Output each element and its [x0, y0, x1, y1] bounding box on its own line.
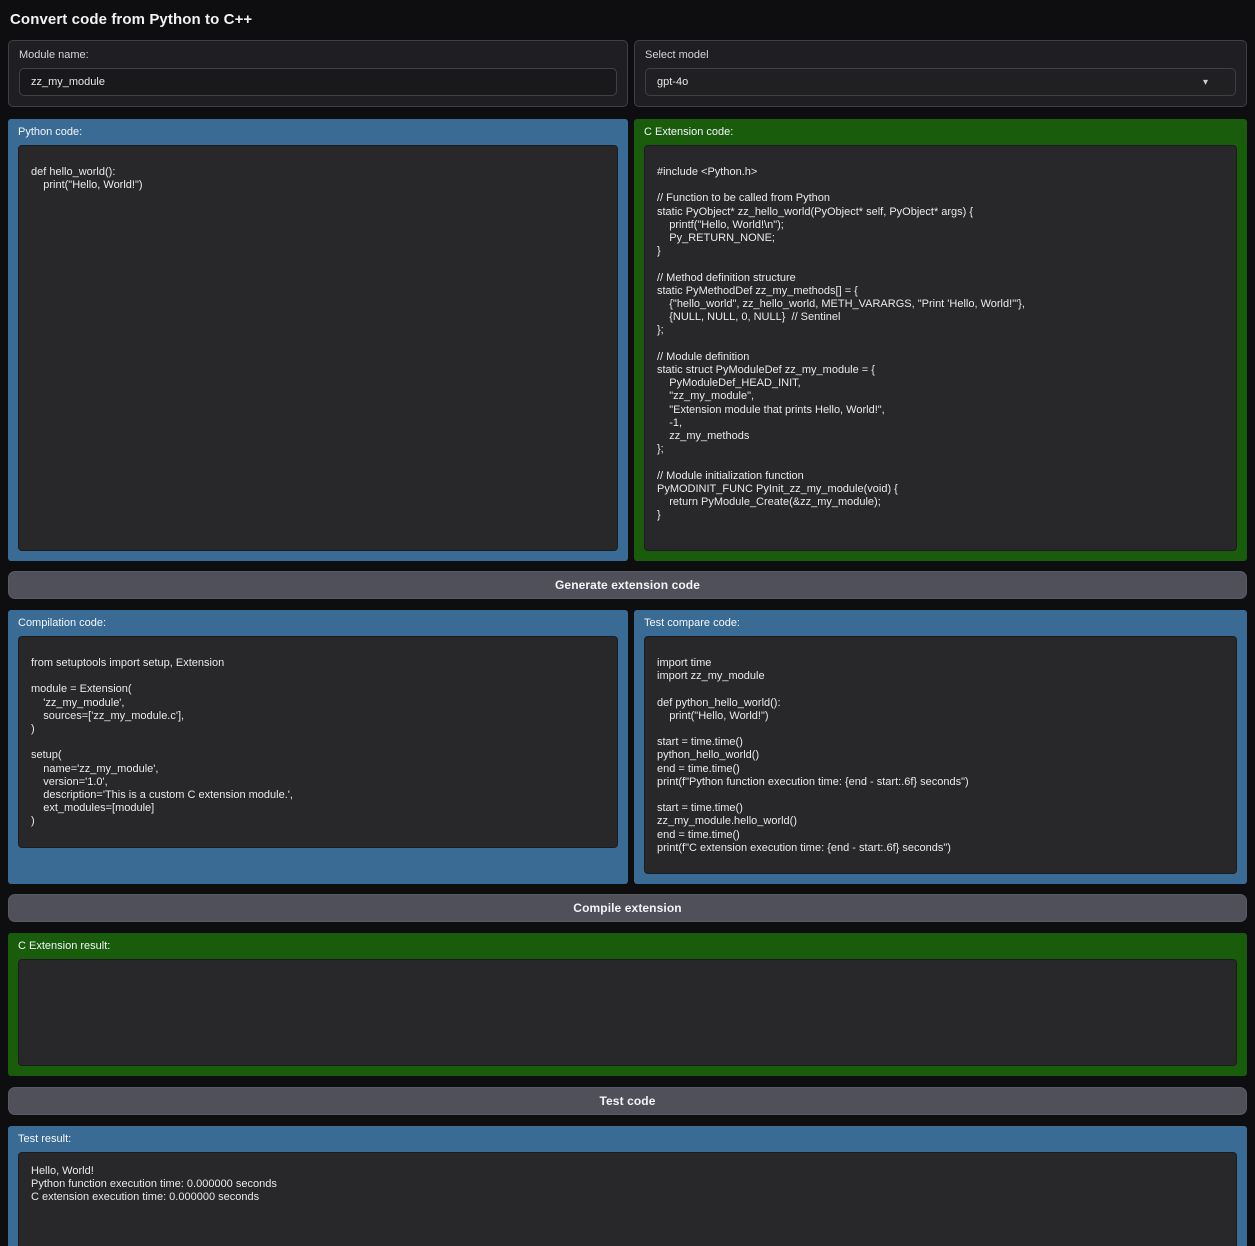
module-name-group: Module name: [8, 40, 628, 107]
module-name-label: Module name: [19, 49, 617, 61]
page-title: Convert code from Python to C++ [8, 0, 1247, 40]
code-row: Python code: def hello_world(): print("H… [8, 119, 1247, 561]
c-extension-result-textarea[interactable] [18, 959, 1237, 1066]
model-select-label: Select model [645, 49, 1236, 61]
compilation-code-label: Compilation code: [18, 617, 618, 629]
compile-test-row: Compilation code: from setuptools import… [8, 610, 1247, 884]
c-extension-code-textarea[interactable]: #include <Python.h> // Function to be ca… [644, 145, 1237, 551]
module-name-input[interactable] [19, 68, 617, 96]
test-code-button[interactable]: Test code [8, 1087, 1247, 1115]
c-extension-code-panel: C Extension code: #include <Python.h> //… [634, 119, 1247, 561]
model-select[interactable]: gpt-4o ▾ [645, 68, 1236, 96]
settings-row: Module name: Select model gpt-4o ▾ [8, 40, 1247, 107]
test-result-panel: Test result: Hello, World! Python functi… [8, 1126, 1247, 1246]
c-extension-code-label: C Extension code: [644, 126, 1237, 138]
c-extension-result-panel: C Extension result: [8, 933, 1247, 1076]
model-select-value: gpt-4o [657, 76, 688, 88]
chevron-down-icon: ▾ [1203, 77, 1208, 88]
app-root: Convert code from Python to C++ Module n… [0, 0, 1255, 1246]
python-code-panel: Python code: def hello_world(): print("H… [8, 119, 628, 561]
test-result-label: Test result: [18, 1133, 1237, 1145]
python-code-label: Python code: [18, 126, 618, 138]
test-result-textarea[interactable]: Hello, World! Python function execution … [18, 1152, 1237, 1246]
compilation-code-panel: Compilation code: from setuptools import… [8, 610, 628, 884]
c-extension-result-label: C Extension result: [18, 940, 1237, 952]
model-select-group: Select model gpt-4o ▾ [634, 40, 1247, 107]
compile-extension-button[interactable]: Compile extension [8, 894, 1247, 922]
generate-extension-code-button[interactable]: Generate extension code [8, 571, 1247, 599]
test-compare-code-textarea[interactable]: import time import zz_my_module def pyth… [644, 636, 1237, 874]
test-compare-code-label: Test compare code: [644, 617, 1237, 629]
compilation-code-textarea[interactable]: from setuptools import setup, Extension … [18, 636, 618, 848]
test-compare-code-panel: Test compare code: import time import zz… [634, 610, 1247, 884]
python-code-textarea[interactable]: def hello_world(): print("Hello, World!"… [18, 145, 618, 551]
